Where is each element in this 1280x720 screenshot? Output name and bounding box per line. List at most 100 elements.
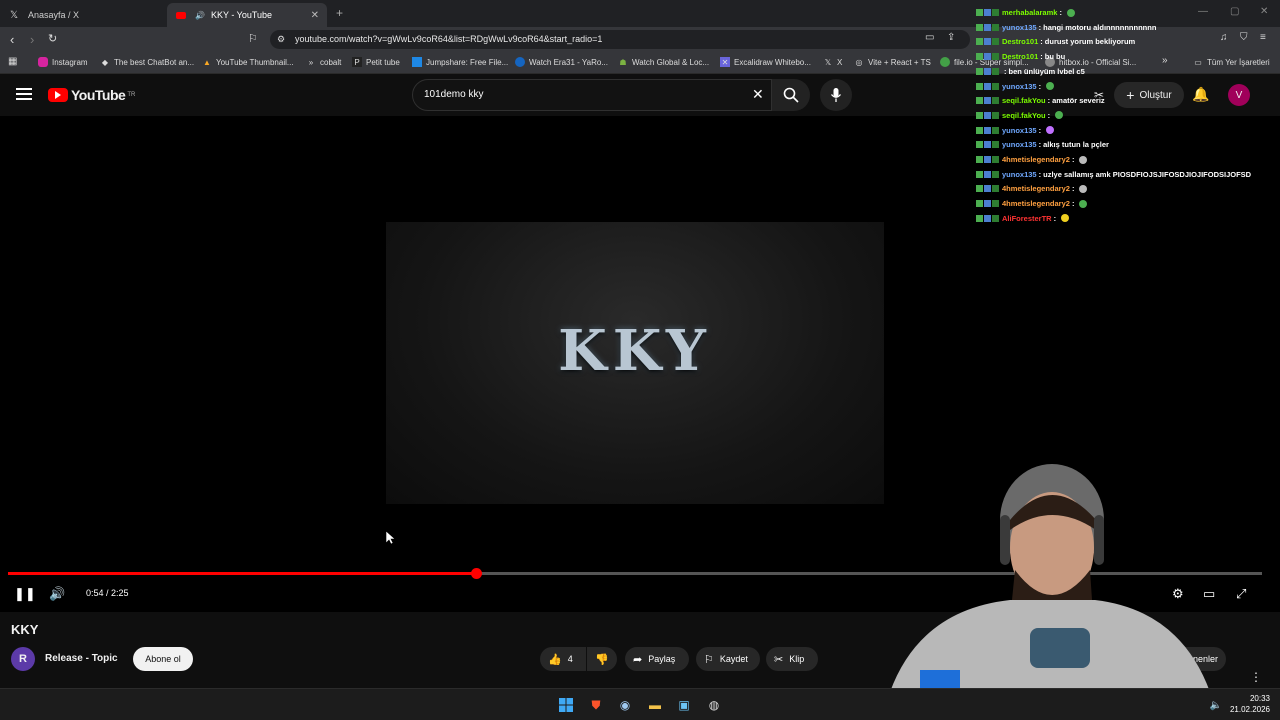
clip-button[interactable]: ✂ Klip (766, 647, 818, 671)
apps-grid-icon[interactable]: ▦ (8, 56, 17, 67)
tab-youtube[interactable]: 🔊 KKY - YouTube ✕ (167, 3, 327, 27)
channel-avatar[interactable]: R (11, 647, 35, 671)
chat-emote-icon (1079, 155, 1088, 164)
bookmark-chatbot[interactable]: ◆ The best ChatBot an... (100, 57, 194, 67)
bookmark-cobalt[interactable]: » cobalt (306, 57, 342, 67)
like-button[interactable]: 👍 4 (540, 647, 586, 671)
thumbnail-icon: ▲ (203, 57, 211, 67)
bookmark-excalidraw[interactable]: ✕ Excalidraw Whitebo... (720, 57, 811, 67)
chat-username: seqil.fakYou (1002, 110, 1046, 120)
youtube-logo[interactable]: YouTube TR (48, 87, 135, 103)
chat-badge-icon (984, 82, 991, 90)
watch-global-icon: ☗ (619, 57, 627, 67)
chat-badge-icon (992, 141, 999, 149)
channel-name[interactable]: Release - Topic (45, 653, 118, 664)
brave-browser-icon[interactable]: ⛊ (588, 697, 604, 713)
remote-desktop-icon[interactable]: ▣ (676, 697, 692, 713)
chat-text: amatör severiz (1052, 96, 1105, 106)
speaker-icon: 🔊 (195, 10, 205, 20)
chat-separator: : (1047, 96, 1051, 106)
search-query[interactable]: 101demo kky (424, 89, 483, 100)
chat-badge-icon (976, 200, 983, 208)
chat-separator: : (1038, 140, 1042, 150)
bookmark-icon[interactable]: ⚐ (248, 32, 258, 45)
bookmark-jumpshare[interactable]: Jumpshare: Free File... (412, 57, 508, 67)
forward-icon[interactable]: › (30, 32, 34, 47)
chat-badge-icon (976, 141, 983, 149)
chat-badge-icon (992, 111, 999, 119)
fileio-icon (940, 57, 950, 67)
chat-separator: : (1059, 8, 1062, 17)
bookmark-era31[interactable]: Watch Era31 - YaRo... (515, 57, 608, 67)
bookmark-petit-tube[interactable]: P Petit tube (352, 57, 400, 67)
scrubber-handle[interactable] (470, 568, 482, 579)
windows-taskbar: ⛊ ◉ ▬ ▣ ◍ 🔈 20:33 21.02.2026 (0, 688, 1280, 720)
reload-icon[interactable]: ↻ (48, 32, 57, 45)
back-icon[interactable]: ‹ (10, 32, 14, 47)
chat-badge-icon (992, 126, 999, 134)
chat-username: merhabalaramk (1002, 8, 1058, 17)
close-tab-icon[interactable]: ✕ (311, 10, 319, 21)
hamburger-menu-icon[interactable] (16, 88, 32, 100)
chat-username: yunox135 (1002, 81, 1037, 91)
chat-separator: : (1071, 184, 1075, 194)
chat-username: seqil.fakYou (1002, 96, 1046, 106)
chat-separator: : (1047, 110, 1051, 120)
thumbs-down-icon: 👎 (595, 653, 609, 666)
share-page-icon[interactable]: ⇪ (947, 32, 955, 43)
chat-badge-icon (992, 170, 999, 178)
progress-fill (8, 572, 476, 575)
cobalt-icon: » (308, 57, 314, 67)
clear-search-icon[interactable]: ✕ (752, 86, 764, 103)
share-button[interactable]: ➦ Paylaş (625, 647, 689, 671)
chat-separator: : (1038, 81, 1042, 91)
chat-emote-icon (1061, 214, 1070, 223)
thumbs-up-icon: 👍 (548, 653, 562, 666)
site-info-icon[interactable]: ⚙ (277, 34, 285, 45)
chat-message: AliForesterTR: (976, 214, 1070, 223)
system-clock[interactable]: 20:33 21.02.2026 (1230, 693, 1270, 715)
windows-start-icon[interactable] (558, 697, 574, 713)
chat-username: Destro101 (1002, 37, 1039, 47)
streamer-webcam (890, 464, 1210, 692)
file-explorer-icon[interactable]: ▬ (647, 697, 663, 713)
obs-icon[interactable]: ◍ (706, 697, 722, 713)
search-button[interactable] (772, 79, 810, 111)
bookmark-vite[interactable]: ◎ Vite + React + TS (854, 57, 931, 67)
chat-message: Destro101: durust yorum bekliyorum (976, 37, 1135, 46)
volume-icon[interactable]: 🔊 (49, 586, 65, 602)
chat-badge-icon (984, 97, 991, 105)
save-button[interactable]: ⚐ Kaydet (696, 647, 760, 671)
tab-twitter[interactable]: 𝕏 Anasayfa / X (0, 3, 165, 27)
chat-badge-icon (984, 126, 991, 134)
chat-text: uzlye sallamış amk PIOSDFIOJSJIFOSDJIOJI… (1043, 169, 1252, 179)
chat-badge-icon (976, 38, 983, 46)
chat-emote-icon (1079, 199, 1088, 208)
fullscreen-icon[interactable]: ⤢ (1236, 586, 1246, 602)
voice-search-button[interactable] (820, 79, 852, 111)
chat-username: 4hmetislegendary2 (1002, 199, 1070, 209)
chat-badge-icon (976, 82, 983, 90)
chat-badge-icon (992, 67, 999, 75)
more-options-icon[interactable]: ⋮ (1250, 670, 1262, 684)
bookmark-x[interactable]: 𝕏X (823, 57, 843, 67)
chat-badge-icon (976, 126, 983, 134)
chat-badge-icon (976, 67, 983, 75)
bookmark-instagram[interactable]: Instagram (38, 57, 88, 67)
subscribe-button[interactable]: Abone ol (133, 647, 193, 671)
bookmark-watch-global[interactable]: ☗ Watch Global & Loc... (618, 57, 709, 67)
dislike-button[interactable]: 👎 (587, 647, 617, 671)
chat-separator: : (1071, 155, 1075, 164)
new-tab-icon[interactable]: + (336, 6, 343, 20)
share-arrow-icon: ➦ (633, 653, 643, 666)
video-title-graphic: KKY (558, 318, 712, 384)
pause-icon[interactable]: ❚❚ (14, 586, 36, 602)
bookmark-thumbnail[interactable]: ▲ YouTube Thumbnail... (202, 57, 294, 67)
cast-icon[interactable]: ▭ (925, 32, 934, 43)
url-text[interactable]: youtube.com/watch?v=gWwLv9coR64&list=RDg… (295, 34, 602, 44)
chat-badge-icon (992, 53, 999, 61)
chat-message: merhabalaramk: (976, 8, 1075, 17)
chat-badge-icon (976, 170, 983, 178)
steam-icon[interactable]: ◉ (617, 697, 633, 713)
speaker-tray-icon[interactable]: 🔈 (1208, 697, 1224, 713)
